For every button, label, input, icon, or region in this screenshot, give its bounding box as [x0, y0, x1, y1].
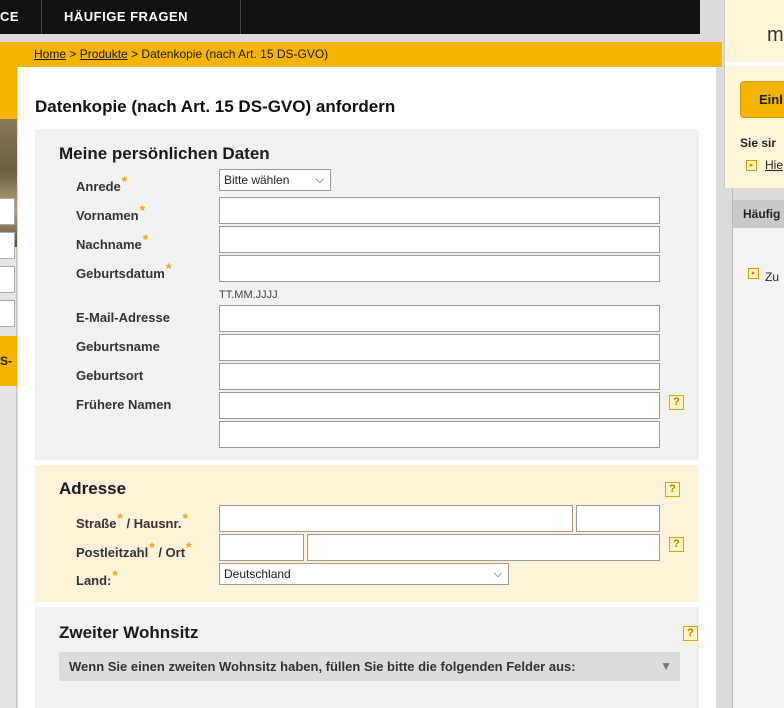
lastname-label: Nachname*	[76, 231, 149, 252]
chevron-down-icon: ⌵	[315, 174, 324, 186]
left-sidebar-field[interactable]	[0, 232, 15, 259]
help-icon[interactable]: ?	[665, 482, 680, 497]
top-navigation: CE HÄUFIGE FRAGEN	[0, 0, 700, 34]
breadcrumb-home-link[interactable]: Home	[34, 47, 66, 61]
second-residence-title: Zweiter Wohnsitz	[59, 623, 199, 642]
former-names-input-2[interactable]	[219, 421, 660, 448]
breadcrumb-current: Datenkopie (nach Art. 15 DS-GVO)	[141, 47, 329, 61]
required-star-icon: *	[165, 260, 172, 276]
required-star-icon: *	[139, 202, 146, 218]
left-sidebar-field[interactable]	[0, 300, 15, 327]
required-star-icon: *	[186, 539, 192, 555]
brand-logo[interactable]: m	[767, 24, 784, 47]
birthname-label: Geburtsname	[76, 339, 160, 354]
help-icon[interactable]: ?	[669, 537, 684, 552]
personal-data-section: Meine persönlichen Daten Anrede* Bitte w…	[35, 129, 699, 460]
right-sidebar-text: Sie sir	[740, 136, 777, 150]
personal-data-title: Meine persönlichen Daten	[59, 144, 270, 163]
help-icon[interactable]: ?	[683, 626, 698, 641]
breadcrumb-products-link[interactable]: Produkte	[80, 47, 128, 61]
email-input[interactable]	[219, 305, 660, 332]
login-button[interactable]: Einl	[740, 81, 784, 118]
firstname-input[interactable]	[219, 197, 660, 224]
birthplace-input[interactable]	[219, 363, 660, 390]
country-label: Land:*	[76, 567, 118, 588]
breadcrumb-separator: >	[127, 47, 142, 61]
left-sidebar-image	[0, 119, 17, 247]
chevron-down-icon: ⌵	[493, 568, 502, 580]
salutation-label: Anrede*	[76, 173, 128, 194]
birthname-input[interactable]	[219, 334, 660, 361]
breadcrumb: Home > Produkte > Datenkopie (nach Art. …	[34, 47, 328, 61]
address-title: Adresse	[59, 479, 127, 498]
nav-tab-faq[interactable]: HÄUFIGE FRAGEN	[43, 0, 241, 34]
bullet-arrow-icon: ▸	[748, 268, 759, 279]
city-input[interactable]	[307, 534, 660, 561]
country-select[interactable]: Deutschland ⌵	[219, 563, 509, 585]
email-label: E-Mail-Adresse	[76, 310, 170, 325]
lastname-input[interactable]	[219, 226, 660, 253]
street-input[interactable]	[219, 505, 573, 532]
birthdate-input[interactable]	[219, 255, 660, 282]
salutation-select[interactable]: Bitte wählen ⌵	[219, 169, 331, 191]
faq-panel	[733, 228, 784, 708]
firstname-label: Vornamen*	[76, 202, 146, 223]
housenr-input[interactable]	[576, 505, 660, 532]
left-sidebar: S-	[0, 67, 17, 708]
second-residence-toggle[interactable]: Wenn Sie einen zweiten Wohnsitz haben, f…	[59, 652, 680, 681]
birthdate-format-hint: TT.MM.JJJJ	[219, 289, 278, 301]
birthdate-label: Geburtsdatum*	[76, 260, 172, 281]
nav-tab-partial[interactable]: CE	[0, 0, 42, 34]
required-star-icon: *	[112, 567, 118, 583]
faq-item[interactable]: Zu	[765, 270, 779, 284]
zip-city-label: Postleitzahl* / Ort*	[76, 539, 192, 560]
former-names-input[interactable]	[219, 392, 660, 419]
address-section: Adresse ? Straße* / Hausnr.* Postleitzah…	[35, 465, 699, 602]
left-sidebar-field[interactable]	[0, 266, 15, 293]
left-sidebar-button[interactable]: S-	[0, 336, 17, 386]
former-names-label: Frühere Namen	[76, 397, 172, 412]
divider	[725, 62, 784, 66]
required-star-icon: *	[142, 231, 149, 247]
bullet-arrow-icon: ▸	[746, 160, 757, 171]
left-sidebar-header	[0, 67, 17, 119]
zip-input[interactable]	[219, 534, 304, 561]
breadcrumb-separator: >	[66, 47, 80, 61]
required-star-icon: *	[182, 510, 188, 526]
main-content: Datenkopie (nach Art. 15 DS-GVO) anforde…	[18, 67, 716, 708]
required-star-icon: *	[121, 173, 128, 189]
dropdown-arrow-icon: ▼	[660, 659, 672, 673]
left-sidebar-field[interactable]	[0, 198, 15, 225]
help-icon[interactable]: ?	[669, 395, 684, 410]
second-residence-section: Zweiter Wohnsitz ? Wenn Sie einen zweite…	[35, 607, 699, 708]
page-title: Datenkopie (nach Art. 15 DS-GVO) anforde…	[35, 97, 396, 116]
faq-header: Häufig	[733, 200, 784, 228]
birthplace-label: Geburtsort	[76, 368, 144, 383]
street-label: Straße* / Hausnr.*	[76, 510, 188, 531]
right-sidebar-link[interactable]: Hie	[765, 158, 783, 172]
